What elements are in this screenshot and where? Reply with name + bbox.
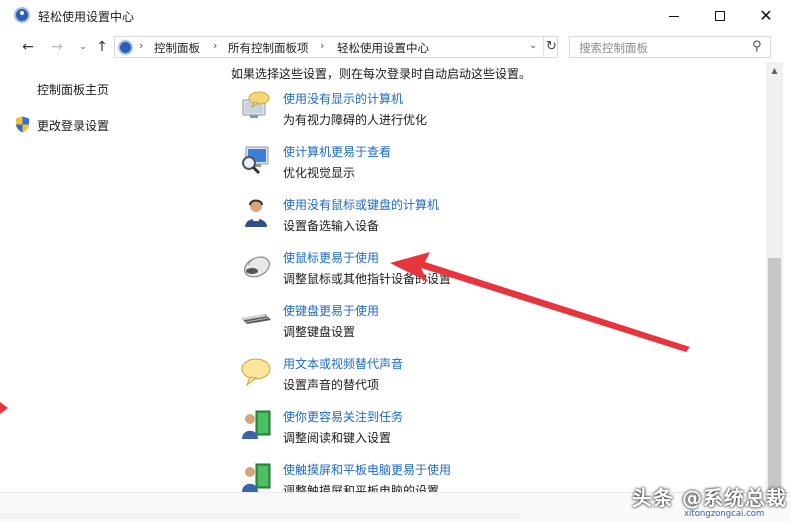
breadcrumb-separator[interactable]: ›	[320, 39, 324, 52]
search-icon[interactable]: ⚲	[752, 39, 762, 54]
intro-text: 如果选择这些设置，则在每次登录时自动启动这些设置。	[231, 67, 532, 81]
list-item: 使键盘更易于使用 调整键盘设置	[240, 302, 740, 346]
scroll-up-button[interactable]: ▲	[766, 62, 783, 79]
title-bar: 轻松使用设置中心 ✕	[0, 0, 791, 32]
magnifier-monitor-icon	[242, 146, 269, 175]
link-use-without-mouse-keyboard[interactable]: 使用没有鼠标或键盘的计算机	[283, 196, 439, 213]
link-text-or-video-for-sounds[interactable]: 用文本或视频替代声音	[283, 355, 403, 372]
annotation-fragment-icon	[0, 402, 8, 414]
watermark-url: xitongzongcai.com	[684, 509, 765, 519]
list-item: 使计算机更易于查看 优化视觉显示	[240, 143, 740, 187]
breadcrumb-ease-of-access[interactable]: 轻松使用设置中心	[337, 40, 429, 56]
link-focus-on-tasks[interactable]: 使你更容易关注到任务	[283, 408, 403, 425]
breadcrumb-separator[interactable]: ›	[213, 39, 217, 52]
close-icon: ✕	[759, 6, 773, 25]
item-description: 设置声音的替代项	[283, 378, 380, 392]
search-input[interactable]: 搜索控制面板 ⚲	[569, 36, 771, 58]
list-item: 使用没有鼠标或键盘的计算机 设置备选输入设备	[240, 196, 740, 240]
list-item: 使鼠标更易于使用 调整鼠标或其他指针设备的设置	[240, 249, 740, 293]
minimize-button[interactable]	[651, 0, 697, 32]
link-make-easier-to-see[interactable]: 使计算机更易于查看	[283, 143, 391, 160]
list-item: 使用没有显示的计算机 为有视力障碍的人进行优化	[240, 90, 740, 134]
breadcrumb-separator[interactable]: ›	[139, 39, 143, 52]
address-bar[interactable]: › 控制面板 › 所有控制面板项 › 轻松使用设置中心 ⌄ ↻	[114, 36, 558, 58]
navigation-bar: ← → ⌄ ↑ › 控制面板 › 所有控制面板项 › 轻松使用设置中心 ⌄ ↻ …	[0, 32, 791, 62]
item-description: 为有视力障碍的人进行优化	[283, 113, 428, 127]
ease-of-access-center-icon	[14, 7, 30, 23]
close-button[interactable]: ✕	[743, 0, 789, 32]
address-dropdown-button[interactable]: ⌄	[529, 40, 537, 51]
control-panel-icon	[118, 40, 133, 55]
person-book-icon	[242, 410, 271, 439]
item-description: 调整触摸屏和平板电脑的设置	[283, 484, 440, 492]
refresh-button[interactable]: ↻	[543, 37, 559, 57]
item-description: 设置备选输入设备	[283, 219, 380, 233]
sidebar: 控制面板主页 更改登录设置	[0, 62, 228, 492]
breadcrumb-all-items[interactable]: 所有控制面板项	[228, 40, 309, 56]
horizontal-scroll-track	[0, 513, 520, 519]
breadcrumb-control-panel[interactable]: 控制面板	[154, 40, 200, 56]
window-title: 轻松使用设置中心	[38, 10, 135, 24]
item-description: 调整键盘设置	[283, 325, 356, 339]
mouse-icon	[244, 256, 270, 278]
link-make-mouse-easier[interactable]: 使鼠标更易于使用	[283, 249, 379, 266]
maximize-button[interactable]	[697, 0, 743, 32]
link-touch-and-tablet[interactable]: 使触摸屏和平板电脑更易于使用	[283, 461, 451, 478]
up-button[interactable]: ↑	[92, 38, 112, 56]
speech-bubble-icon	[241, 358, 271, 387]
link-make-keyboard-easier[interactable]: 使键盘更易于使用	[283, 302, 379, 319]
watermark-text: 头条 @系统总裁	[632, 486, 787, 510]
main-content: 如果选择这些设置，则在每次登录时自动启动这些设置。 使用没有显示的计算机 为有视…	[228, 62, 766, 492]
maximize-icon	[715, 11, 725, 21]
item-description: 调整鼠标或其他指针设备的设置	[283, 272, 452, 286]
speech-monitor-icon	[242, 91, 270, 118]
watermark: 头条 @系统总裁 xitongzongcai.com	[626, 480, 791, 522]
shield-icon	[16, 116, 29, 133]
vertical-scrollbar[interactable]: ▲	[766, 62, 783, 492]
keyboard-icon	[241, 314, 271, 324]
item-description: 调整阅读和键入设置	[283, 431, 392, 445]
list-item: 使你更容易关注到任务 调整阅读和键入设置	[240, 408, 740, 452]
scroll-thumb[interactable]	[768, 258, 781, 492]
recent-locations-button[interactable]: ⌄	[73, 38, 93, 56]
sidebar-item-control-panel-home[interactable]: 控制面板主页	[37, 81, 109, 98]
back-button[interactable]: ←	[18, 38, 38, 56]
list-item: 用文本或视频替代声音 设置声音的替代项	[240, 355, 740, 399]
link-use-without-display[interactable]: 使用没有显示的计算机	[283, 90, 403, 107]
person-tablet-icon	[242, 463, 271, 492]
sidebar-item-change-login-settings[interactable]: 更改登录设置	[37, 117, 109, 134]
minimize-icon	[669, 15, 679, 17]
item-description: 优化视觉显示	[283, 166, 356, 180]
forward-button[interactable]: →	[47, 38, 67, 56]
search-placeholder: 搜索控制面板	[579, 41, 648, 55]
person-headset-icon	[245, 199, 267, 227]
